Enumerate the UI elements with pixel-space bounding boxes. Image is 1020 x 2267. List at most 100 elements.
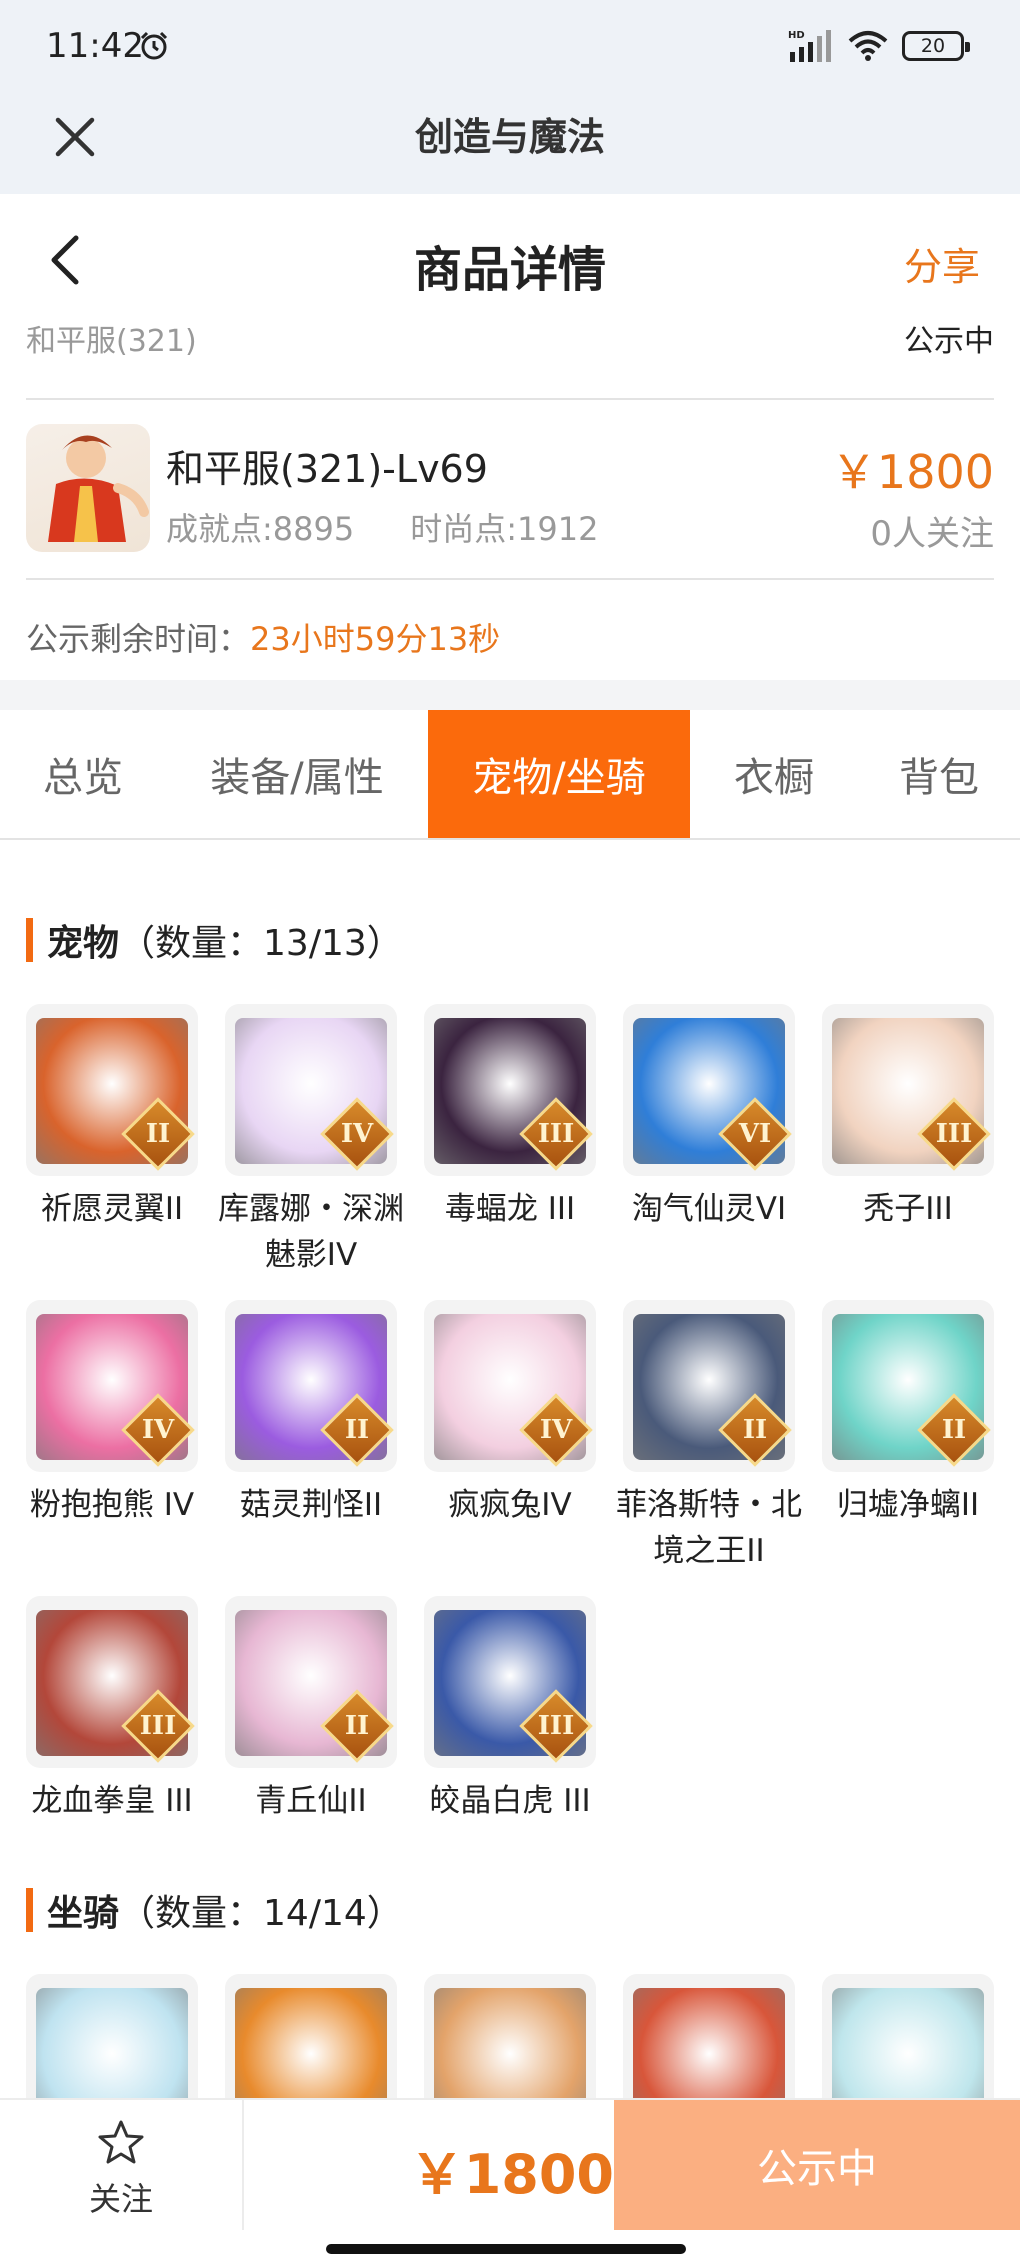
pet-name: 皎晶白虎 III bbox=[429, 1783, 591, 1819]
rank-label: II bbox=[742, 1415, 768, 1445]
listing-stats: 成就点:8895 时尚点:1912 bbox=[166, 504, 598, 550]
public-status-button[interactable]: 公示中 bbox=[614, 2100, 1020, 2230]
follow-button[interactable]: 关注 bbox=[0, 2100, 244, 2230]
listing-title: 和平服(321)-Lv69 bbox=[166, 447, 488, 491]
status-bar: 11:42 HD 20 bbox=[0, 0, 1020, 94]
pet-thumbnail: IV bbox=[225, 1004, 397, 1176]
tab-equipment[interactable]: 装备/属性 bbox=[166, 710, 428, 838]
pet-item[interactable]: III 秃子III bbox=[822, 1004, 994, 1278]
pet-name: 菲洛斯特・北境之王II bbox=[616, 1487, 802, 1569]
page-header: 商品详情 分享 bbox=[0, 194, 1020, 324]
pet-item[interactable]: II 青丘仙II bbox=[225, 1596, 397, 1824]
pets-section-header: 宠物 （数量：13/13） bbox=[26, 914, 403, 966]
pet-item[interactable]: III 皎晶白虎 III bbox=[424, 1596, 596, 1824]
network-badge: HD bbox=[788, 30, 805, 41]
achievement-points: 成就点:8895 bbox=[166, 510, 355, 548]
pet-item[interactable]: VI 淘气仙灵VI bbox=[623, 1004, 795, 1278]
pet-item[interactable]: III 毒蝠龙 III bbox=[424, 1004, 596, 1278]
server-name: 和平服(321) bbox=[26, 324, 197, 359]
divider bbox=[26, 398, 994, 400]
rank-label: III bbox=[537, 1119, 575, 1149]
pet-thumbnail: II bbox=[623, 1300, 795, 1472]
signal-icon: HD bbox=[788, 30, 831, 62]
pet-item[interactable]: III 龙血拳皇 III bbox=[26, 1596, 198, 1824]
pet-name: 归墟净螭II bbox=[836, 1487, 980, 1523]
pet-thumbnail: III bbox=[424, 1596, 596, 1768]
pets-title: 宠物 bbox=[47, 923, 120, 964]
section-accent bbox=[26, 1888, 33, 1932]
pet-thumbnail: IV bbox=[424, 1300, 596, 1472]
mounts-section-header: 坐骑 （数量：14/14） bbox=[26, 1884, 403, 1936]
rank-label: II bbox=[145, 1119, 171, 1149]
rank-label: II bbox=[941, 1415, 967, 1445]
pet-name: 秃子III bbox=[863, 1191, 953, 1227]
pet-name: 菇灵荆怪II bbox=[239, 1487, 383, 1523]
pet-item[interactable]: IV 粉抱抱熊 IV bbox=[26, 1300, 198, 1574]
pet-thumbnail: VI bbox=[623, 1004, 795, 1176]
bottom-action-bar: 关注 ￥1800 公示中 bbox=[0, 2098, 1020, 2230]
rank-label: IV bbox=[539, 1415, 573, 1445]
pet-name: 祈愿灵翼II bbox=[40, 1191, 184, 1227]
section-accent bbox=[26, 918, 33, 962]
rank-label: III bbox=[139, 1711, 177, 1741]
rank-label: IV bbox=[141, 1415, 175, 1445]
detail-tabs: 总览 装备/属性 宠物/坐骑 衣橱 背包 bbox=[0, 710, 1020, 840]
pet-thumbnail: II bbox=[225, 1300, 397, 1472]
alarm-icon bbox=[140, 31, 168, 60]
pet-name: 库露娜・深渊魅影IV bbox=[218, 1191, 404, 1273]
status-icons: HD 20 bbox=[788, 28, 970, 64]
character-avatar bbox=[26, 424, 150, 552]
pet-name: 毒蝠龙 III bbox=[444, 1191, 576, 1227]
follower-count: 0人关注 bbox=[870, 514, 994, 554]
rank-label: VI bbox=[738, 1119, 772, 1149]
pet-item[interactable]: II 归墟净螭II bbox=[822, 1300, 994, 1574]
pet-thumbnail: II bbox=[225, 1596, 397, 1768]
pet-name: 龙血拳皇 III bbox=[31, 1783, 193, 1819]
section-gap bbox=[0, 680, 1020, 710]
pet-name: 疯疯兔IV bbox=[448, 1487, 572, 1523]
countdown-value: 23小时59分13秒 bbox=[250, 620, 501, 658]
pet-thumbnail: IV bbox=[26, 1300, 198, 1472]
countdown-label: 公示剩余时间： bbox=[26, 620, 251, 658]
star-icon bbox=[98, 2120, 144, 2164]
rank-label: II bbox=[344, 1711, 370, 1741]
pet-item[interactable]: II 菲洛斯特・北境之王II bbox=[616, 1300, 802, 1574]
pet-item[interactable]: IV 库露娜・深渊魅影IV bbox=[218, 1004, 404, 1278]
server-row: 和平服(321) 公示中 bbox=[26, 316, 994, 359]
pets-count: （数量：13/13） bbox=[119, 923, 403, 964]
wifi-icon bbox=[848, 31, 888, 61]
share-button[interactable]: 分享 bbox=[904, 236, 980, 291]
public-countdown: 公示剩余时间：23小时59分13秒 bbox=[26, 614, 500, 660]
listing-status: 公示中 bbox=[904, 324, 994, 359]
pet-name: 青丘仙II bbox=[255, 1783, 367, 1819]
pet-item[interactable]: II 祈愿灵翼II bbox=[26, 1004, 198, 1278]
divider bbox=[26, 578, 994, 580]
status-time: 11:42 bbox=[46, 26, 144, 66]
battery-indicator: 20 bbox=[902, 31, 970, 61]
page-title: 商品详情 bbox=[413, 242, 606, 298]
product-summary: 和平服(321)-Lv69 成就点:8895 时尚点:1912 ￥1800 0人… bbox=[26, 424, 994, 554]
pet-name: 粉抱抱熊 IV bbox=[29, 1487, 195, 1523]
pet-name: 淘气仙灵VI bbox=[631, 1191, 787, 1227]
tab-backpack[interactable]: 背包 bbox=[858, 710, 1020, 838]
pet-item[interactable]: II 菇灵荆怪II bbox=[225, 1300, 397, 1574]
rank-label: II bbox=[344, 1415, 370, 1445]
follow-label: 关注 bbox=[88, 2180, 153, 2218]
fashion-points: 时尚点:1912 bbox=[410, 510, 599, 548]
pet-thumbnail: III bbox=[26, 1596, 198, 1768]
mounts-count: （数量：14/14） bbox=[119, 1893, 403, 1934]
app-header: 创造与魔法 bbox=[0, 94, 1020, 194]
pet-item[interactable]: IV 疯疯兔IV bbox=[424, 1300, 596, 1574]
pet-grid: II 祈愿灵翼II IV 库露娜・深渊魅影IV III 毒蝠龙 III VI 淘气仙灵VI II… bbox=[26, 1004, 994, 1824]
tab-pets-mounts[interactable]: 宠物/坐骑 bbox=[428, 710, 690, 838]
rank-label: III bbox=[537, 1711, 575, 1741]
bottom-price: ￥1800 bbox=[409, 2143, 614, 2206]
tab-overview[interactable]: 总览 bbox=[0, 710, 166, 838]
home-indicator bbox=[326, 2244, 686, 2254]
pet-thumbnail: III bbox=[424, 1004, 596, 1176]
pet-thumbnail: II bbox=[822, 1300, 994, 1472]
rank-label: IV bbox=[340, 1119, 374, 1149]
pet-thumbnail: II bbox=[26, 1004, 198, 1176]
tab-wardrobe[interactable]: 衣橱 bbox=[690, 710, 858, 838]
pet-thumbnail: III bbox=[822, 1004, 994, 1176]
